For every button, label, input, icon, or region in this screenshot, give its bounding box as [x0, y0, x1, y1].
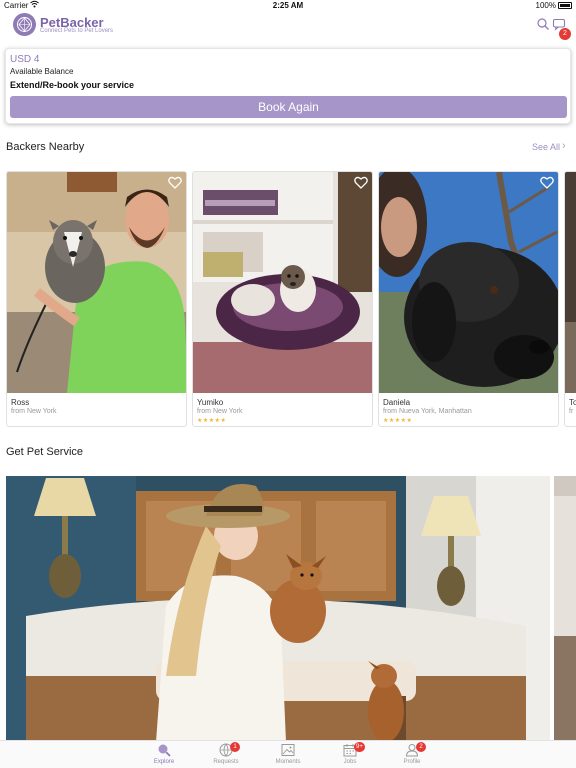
backer-photo	[193, 172, 372, 393]
backer-photo	[565, 172, 576, 393]
see-all-link[interactable]: See All	[532, 142, 560, 152]
chat-badge: 2	[559, 28, 571, 40]
moments-icon	[281, 743, 295, 757]
status-bar: Carrier 2:25 AM 100%	[0, 0, 576, 12]
battery-icon	[558, 2, 572, 9]
bottom-tab-bar: Explore 1 Requests Moments 9+ Jobs 2 Pro…	[0, 740, 576, 768]
book-again-button[interactable]: Book Again	[10, 96, 567, 118]
backer-card[interactable]: Ross from New York	[6, 171, 187, 427]
tab-label: Profile	[403, 759, 421, 765]
backer-card[interactable]: Yumiko from New York ★★★★★	[192, 171, 373, 427]
requests-badge: 1	[230, 742, 240, 752]
backer-location: fr	[569, 408, 574, 415]
pet-service-title: Get Pet Service	[6, 446, 84, 458]
backer-location: from Nueva York, Manhattan	[383, 408, 472, 415]
service-banner-photo	[554, 476, 576, 742]
balance-card: USD 4 Available Balance Extend/Re-book y…	[5, 48, 571, 124]
backer-name: Daniela	[383, 398, 411, 407]
backer-photo	[379, 172, 558, 393]
tab-moments[interactable]: Moments	[258, 741, 318, 768]
tab-label: Explore	[153, 759, 175, 765]
clock: 2:25 AM	[272, 1, 304, 10]
service-banner-photo	[6, 476, 550, 742]
backer-card[interactable]: To fr	[564, 171, 576, 427]
backer-location: from New York	[197, 408, 243, 415]
tab-label: Requests	[213, 759, 239, 765]
tab-explore[interactable]: Explore	[134, 741, 194, 768]
backer-card[interactable]: Daniela from Nueva York, Manhattan ★★★★★	[378, 171, 559, 427]
favorite-heart-icon[interactable]	[168, 176, 182, 189]
backers-nearby-title: Backers Nearby	[6, 141, 85, 153]
brand-tagline: Connect Pets to Pet Lovers	[40, 28, 114, 34]
backer-photo	[7, 172, 186, 393]
app-header: PetBacker Connect Pets to Pet Lovers 2	[0, 12, 576, 40]
service-banner[interactable]	[554, 476, 576, 742]
battery-percentage: 100%	[535, 1, 556, 10]
profile-badge: 2	[416, 742, 426, 752]
tab-jobs[interactable]: 9+ Jobs	[320, 741, 380, 768]
explore-icon	[157, 743, 171, 757]
favorite-heart-icon[interactable]	[354, 176, 368, 189]
chevron-right-icon[interactable]: ›	[562, 140, 566, 152]
tab-requests[interactable]: 1 Requests	[196, 741, 256, 768]
rating-stars: ★★★★★	[383, 418, 413, 424]
tab-label: Moments	[275, 759, 301, 765]
rebook-prompt: Extend/Re-book your service	[10, 80, 135, 90]
service-banner[interactable]	[6, 476, 550, 742]
backer-location: from New York	[11, 408, 57, 415]
backer-name: Yumiko	[197, 398, 224, 407]
tab-profile[interactable]: 2 Profile	[382, 741, 442, 768]
favorite-heart-icon[interactable]	[540, 176, 554, 189]
search-icon[interactable]	[536, 17, 550, 31]
backer-name: Ross	[11, 398, 30, 407]
backer-name: To	[569, 398, 576, 407]
app-screen: Carrier 2:25 AM 100% PetBacker Connect P…	[0, 0, 576, 768]
balance-label: Available Balance	[10, 67, 74, 76]
balance-amount: USD 4	[10, 54, 40, 65]
rating-stars: ★★★★★	[197, 418, 227, 424]
jobs-badge: 9+	[354, 742, 365, 752]
petbacker-logo-icon	[13, 13, 36, 36]
tab-label: Jobs	[343, 759, 357, 765]
